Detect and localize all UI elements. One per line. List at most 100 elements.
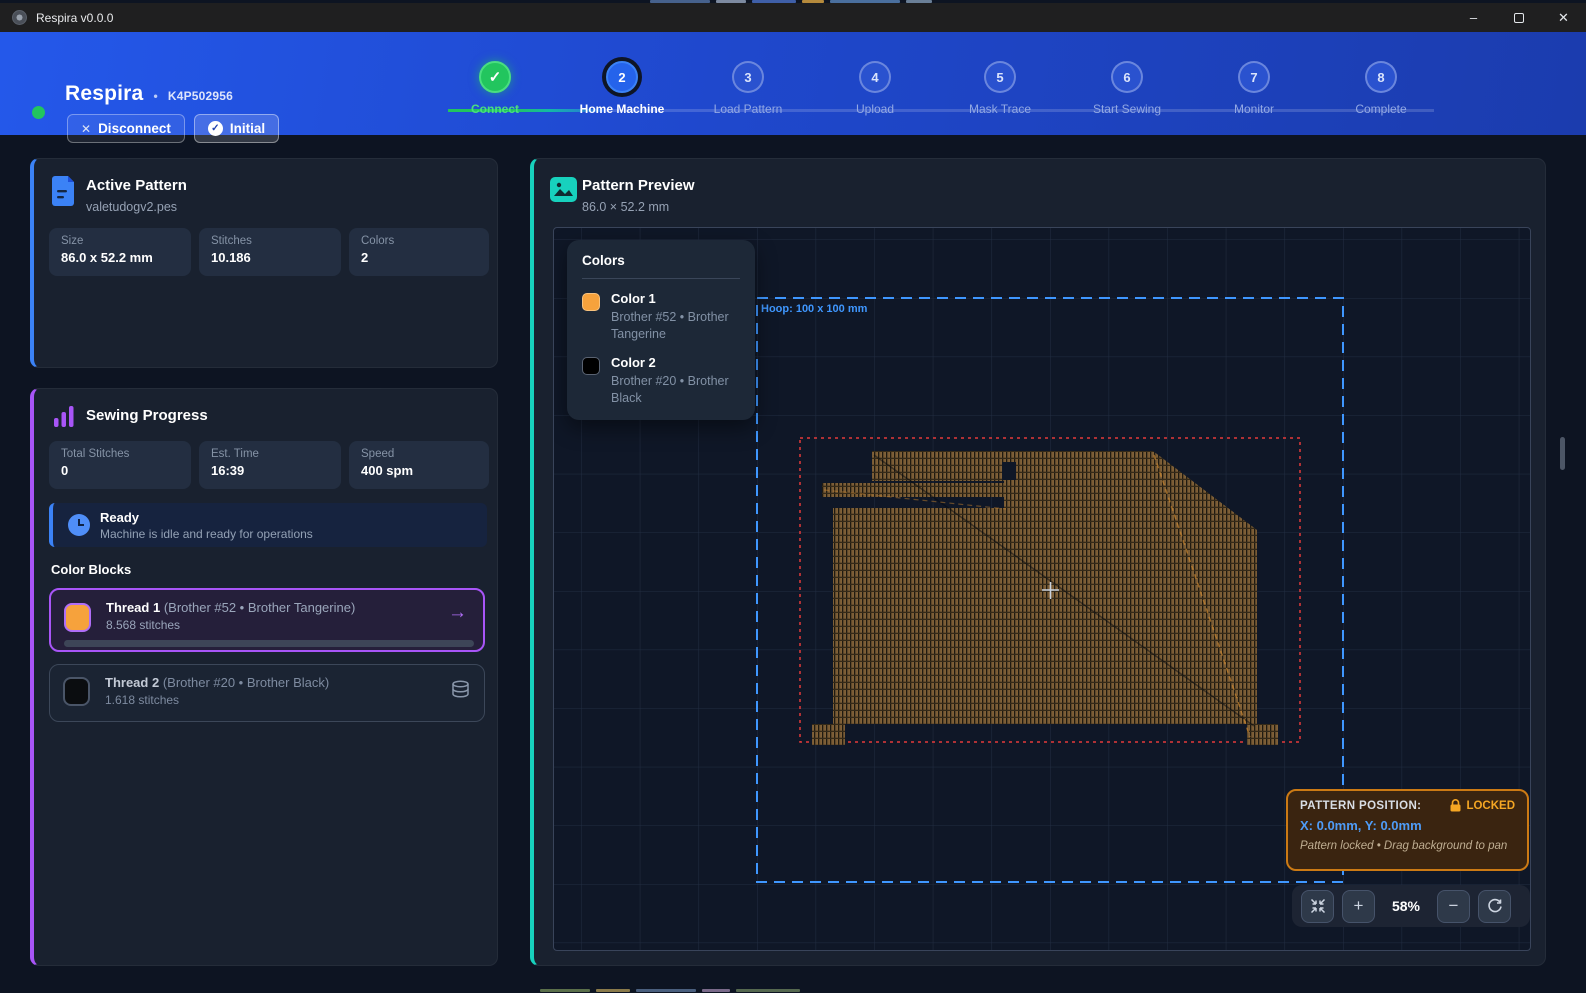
maximize-icon [1514, 13, 1524, 23]
titlebar[interactable]: Respira v0.0.0 – ✕ [0, 3, 1586, 32]
pattern-dimensions: 86.0 × 52.2 mm [582, 200, 669, 214]
colors-legend-panel: Colors Color 1 Brother #52 • Brother Tan… [567, 240, 755, 420]
legend-color-name: Color 1 [611, 291, 746, 306]
close-button[interactable]: ✕ [1541, 3, 1586, 32]
step-label: Connect [435, 102, 555, 116]
thread-1-progress-bar [64, 640, 474, 647]
pattern-position-label: PATTERN POSITION: [1300, 800, 1421, 812]
machine-status-banner: Ready Machine is idle and ready for oper… [49, 503, 487, 547]
disconnect-button[interactable]: ✕ Disconnect [67, 114, 185, 143]
preview-canvas[interactable]: Hoop: 100 x 100 mm Colors Color 1 Brothe… [553, 227, 1531, 951]
respira-app-window: { "window": { "title": "Respira v0.0.0" … [0, 0, 1586, 993]
embroidery-pattern[interactable] [812, 451, 1278, 745]
step-number: 8 [1365, 61, 1397, 93]
legend-color-name: Color 2 [611, 355, 746, 370]
thread-1-swatch [64, 603, 91, 632]
step-number: 5 [984, 61, 1016, 93]
step-complete[interactable]: 8 Complete [1321, 61, 1441, 116]
active-thread-arrow-icon: → [448, 602, 467, 624]
legend-item-color1: Color 1 Brother #52 • Brother Tangerine [582, 291, 740, 343]
step-number: 6 [1111, 61, 1143, 93]
connection-status-dot [32, 106, 45, 119]
pattern-preview-title: Pattern Preview [582, 177, 695, 194]
stat-value: 16:39 [211, 463, 329, 478]
thread-name: Thread 1 [106, 600, 160, 615]
sewing-progress-card: Sewing Progress Total Stitches 0 Est. Ti… [30, 388, 498, 966]
stat-size: Size 86.0 x 52.2 mm [49, 228, 191, 276]
step-label: Mask Trace [940, 102, 1060, 116]
step-number: 4 [859, 61, 891, 93]
clock-icon [68, 514, 90, 536]
step-number: 3 [732, 61, 764, 93]
legend-color-desc: Brother #20 • Brother Black [611, 373, 746, 407]
minimize-button[interactable]: – [1451, 3, 1496, 32]
pattern-coordinates: X: 0.0mm, Y: 0.0mm [1300, 818, 1515, 833]
brand-title: Respira [65, 82, 143, 106]
pattern-filename: valetudogv2.pes [86, 200, 177, 214]
initial-button[interactable]: ✓ Initial [194, 114, 279, 143]
plus-icon: + [1354, 896, 1364, 916]
stat-est-time: Est. Time 16:39 [199, 441, 341, 489]
lock-icon [1450, 799, 1461, 812]
status-description: Machine is idle and ready for operations [100, 527, 313, 541]
hoop-size-label: Hoop: 100 x 100 mm [761, 303, 867, 315]
stat-value: 0 [61, 463, 179, 478]
machine-serial: K4P502956 [168, 89, 233, 103]
step-upload[interactable]: 4 Upload [815, 61, 935, 116]
status-title: Ready [100, 510, 139, 525]
stat-label: Est. Time [211, 448, 329, 460]
step-connect[interactable]: ✓ Connect [435, 61, 555, 116]
step-number: 2 [606, 61, 638, 93]
fit-to-screen-button[interactable] [1301, 890, 1334, 923]
background-window-sliver-bottom [540, 989, 800, 992]
step-label: Load Pattern [688, 102, 808, 116]
window-scrollbar-thumb[interactable] [1560, 437, 1565, 470]
initial-check-icon: ✓ [208, 121, 223, 136]
initial-label: Initial [230, 121, 265, 136]
disconnect-label: Disconnect [98, 121, 171, 136]
locked-label: LOCKED [1466, 800, 1515, 812]
stat-value: 10.186 [211, 250, 329, 265]
reset-view-icon [1487, 898, 1503, 914]
active-pattern-title: Active Pattern [86, 177, 187, 194]
thread-detail: (Brother #52 • Brother Tangerine) [164, 600, 355, 615]
thread-1-stitches: 8.568 stitches [106, 618, 180, 632]
zoom-in-button[interactable]: + [1342, 890, 1375, 923]
locked-badge: LOCKED [1450, 799, 1515, 812]
stat-value: 400 spm [361, 463, 477, 478]
image-icon [550, 177, 577, 202]
step-label: Home Machine [562, 102, 682, 116]
minimize-icon: – [1470, 10, 1477, 25]
stat-total-stitches: Total Stitches 0 [49, 441, 191, 489]
step-label: Monitor [1194, 102, 1314, 116]
fit-to-screen-icon [1310, 898, 1326, 914]
stat-colors: Colors 2 [349, 228, 489, 276]
step-mask-trace[interactable]: 5 Mask Trace [940, 61, 1060, 116]
stat-label: Speed [361, 448, 477, 460]
step-load-pattern[interactable]: 3 Load Pattern [688, 61, 808, 116]
brand-block: Respira • K4P502956 [65, 82, 233, 106]
step-number: 7 [1238, 61, 1270, 93]
stat-value: 86.0 x 52.2 mm [61, 250, 179, 265]
check-icon: ✓ [489, 68, 502, 86]
pattern-preview-card: Pattern Preview 86.0 × 52.2 mm [530, 158, 1546, 966]
brand-bullet: • [153, 89, 157, 103]
step-start-sewing[interactable]: 6 Start Sewing [1067, 61, 1187, 116]
thread-2-item[interactable]: Thread 2 (Brother #20 • Brother Black) 1… [49, 664, 485, 722]
maximize-button[interactable] [1496, 3, 1541, 32]
zoom-level: 58% [1383, 898, 1429, 914]
legend-title: Colors [582, 253, 740, 279]
zoom-out-button[interactable]: − [1437, 890, 1470, 923]
stat-label: Colors [361, 235, 477, 247]
legend-swatch-black [582, 357, 600, 375]
pattern-notch [1002, 462, 1016, 480]
thread-1-item[interactable]: Thread 1 (Brother #52 • Brother Tangerin… [49, 588, 485, 652]
close-icon: ✕ [1558, 10, 1569, 26]
step-home-machine[interactable]: 2 Home Machine [562, 61, 682, 116]
pattern-position-overlay: PATTERN POSITION: LOCKED X: 0.0mm, Y: 0.… [1286, 789, 1529, 871]
thread-name: Thread 2 [105, 675, 159, 690]
thread-2-swatch [63, 677, 90, 706]
document-icon [52, 176, 77, 206]
reset-view-button[interactable] [1478, 890, 1511, 923]
step-monitor[interactable]: 7 Monitor [1194, 61, 1314, 116]
